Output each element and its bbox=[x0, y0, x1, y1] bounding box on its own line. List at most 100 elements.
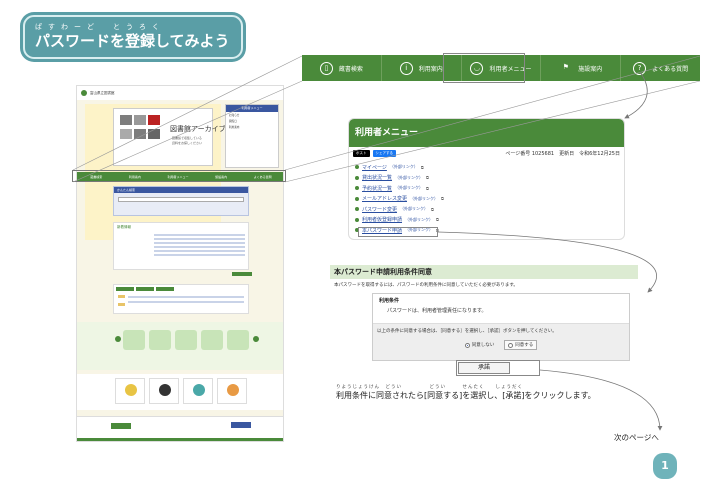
thumb-search-input[interactable] bbox=[118, 197, 244, 202]
conditions-title: 本パスワード申請利用条件同意 bbox=[330, 265, 638, 279]
archive-photo-icon bbox=[148, 129, 160, 139]
question-icon: ? bbox=[633, 61, 647, 75]
thumb-feature-icon[interactable] bbox=[201, 330, 223, 350]
title-badge-inner: ぱすわーど とうろく パスワードを登録してみよう bbox=[23, 15, 243, 59]
archive-photo-icon bbox=[148, 115, 160, 125]
nav-item-catalog-search[interactable]: ▯ 蔵書検索 bbox=[302, 55, 382, 81]
external-link-icon: ⧉ bbox=[441, 196, 444, 202]
thumb-news: 新着情報 bbox=[113, 222, 249, 270]
thumb-tab-badge bbox=[118, 295, 125, 298]
conditions-intro: 本パスワードを取得するには、パスワードの利用条件に同意していただく必要があります… bbox=[334, 283, 518, 288]
thumb-feature-icon[interactable] bbox=[227, 330, 249, 350]
info-icon: i bbox=[399, 61, 413, 75]
tutorial-page: ぱすわーど とうろく パスワードを登録してみよう 富山県立図書館 図書館アーカイ… bbox=[0, 0, 702, 496]
thumb-header: 富山県立図書館 bbox=[77, 86, 283, 100]
thumb-news-line[interactable] bbox=[154, 250, 245, 252]
thumb-tab[interactable] bbox=[156, 287, 174, 291]
user-menu-title: 利用者メニュー bbox=[349, 119, 624, 147]
title-ruby: ぱすわーど とうろく bbox=[35, 23, 165, 31]
thumb-banner[interactable] bbox=[149, 378, 179, 404]
instruction-text: 利用条件に同意されたら[同意する]を選択し、[承諾]をクリックします。 bbox=[336, 391, 596, 400]
thumb-feature-icon[interactable] bbox=[175, 330, 197, 350]
archive-sub2: 資料をお探しください bbox=[172, 141, 203, 145]
post-button[interactable]: ポスト bbox=[353, 149, 370, 157]
thumb-footer-button[interactable] bbox=[231, 422, 251, 428]
book-icon: ▯ bbox=[319, 61, 333, 75]
thumb-icon-carousel bbox=[77, 322, 283, 370]
external-link-icon: ⧉ bbox=[431, 206, 434, 212]
share-button[interactable]: シェアする bbox=[372, 149, 396, 157]
thumb-footer-logo bbox=[111, 423, 131, 429]
thumb-tab[interactable] bbox=[136, 287, 154, 291]
archive-photo-icon bbox=[134, 129, 146, 139]
thumb-search-box: かんたん検索 bbox=[113, 186, 249, 216]
radio-agree[interactable]: 同意する bbox=[504, 340, 538, 350]
library-logo-icon bbox=[81, 90, 87, 96]
thumb-news-line[interactable] bbox=[154, 254, 245, 256]
thumb-side-item[interactable]: 利用案内 bbox=[226, 124, 278, 130]
thumb-news-line[interactable] bbox=[154, 242, 245, 244]
thumb-banner[interactable] bbox=[183, 378, 213, 404]
thumb-tab-line[interactable] bbox=[128, 301, 244, 303]
external-link-icon: ⧉ bbox=[436, 217, 439, 223]
menu-link-password-change[interactable]: パスワード変更 （外部リンク） ⧉ bbox=[355, 204, 618, 215]
conditions-terms: 利用条件 パスワードは、利用者管理責任になります。 bbox=[373, 294, 629, 324]
thumb-banner[interactable] bbox=[217, 378, 247, 404]
menu-link-suffix: （外部リンク） bbox=[395, 174, 424, 180]
carousel-next-icon[interactable] bbox=[253, 336, 259, 342]
site-thumbnail: 富山県立図書館 図書館アーカイブ 図書館で収集している 資料をお探しください 利… bbox=[76, 85, 284, 442]
thumb-tab[interactable] bbox=[116, 287, 134, 291]
conditions-instruction: 以上の条件に同意する場合は、［同意する］を選択し、［承認］ボタンを押してください… bbox=[377, 329, 557, 334]
consent-radios: 同意しない 同意する bbox=[373, 340, 629, 350]
menu-link-suffix: （外部リンク） bbox=[405, 216, 434, 222]
thumb-archive-banner[interactable]: 図書館アーカイブ 図書館で収集している 資料をお探しください bbox=[113, 108, 226, 166]
menu-link-reservations[interactable]: 予約状況一覧 （外部リンク） ⧉ bbox=[355, 183, 618, 194]
menu-link-suffix: （外部リンク） bbox=[395, 185, 424, 191]
menu-link-loans[interactable]: 貸出状況一覧 （外部リンク） ⧉ bbox=[355, 173, 618, 184]
next-page-label[interactable]: 次のページへ bbox=[614, 432, 659, 443]
thumb-footer bbox=[77, 416, 283, 441]
menu-link-label: 利用者仮登録申請 bbox=[362, 217, 403, 224]
menu-link-mypage[interactable]: マイページ （外部リンク） ⧉ bbox=[355, 162, 618, 173]
thumb-feature-icon[interactable] bbox=[123, 330, 145, 350]
archive-photo-icon bbox=[134, 115, 146, 125]
nav-item-faq[interactable]: ? よくある質問 bbox=[621, 55, 700, 81]
thumb-banner[interactable] bbox=[115, 378, 145, 404]
thumb-tabs bbox=[113, 284, 249, 314]
title-badge: ぱすわーど とうろく パスワードを登録してみよう bbox=[20, 12, 246, 62]
thumb-news-line[interactable] bbox=[154, 234, 245, 236]
radio-disagree-label: 同意しない bbox=[471, 343, 495, 348]
menu-link-suffix: （外部リンク） bbox=[410, 195, 439, 201]
bullet-icon bbox=[355, 175, 359, 180]
password-application-highlight-frame bbox=[358, 227, 438, 237]
nav-label: 蔵書検索 bbox=[338, 65, 363, 73]
conditions-body: パスワードは、利用者管理責任になります。 bbox=[387, 308, 487, 314]
thumb-nav-highlight-frame bbox=[72, 170, 286, 182]
archive-photo-icon bbox=[120, 129, 132, 139]
radio-disagree[interactable]: 同意しない bbox=[464, 340, 495, 350]
instruction: りようじょうけん どうい どうい せんたく しょうだく 利用条件に同意されたら[… bbox=[326, 384, 646, 404]
thumb-news-line[interactable] bbox=[154, 246, 245, 248]
thumb-tab-line[interactable] bbox=[128, 296, 244, 298]
bullet-icon bbox=[355, 217, 359, 222]
thumb-site-name: 富山県立図書館 bbox=[90, 90, 115, 95]
nav-item-facility[interactable]: ⚑ 施設案内 bbox=[541, 55, 622, 81]
thumb-search-bar: かんたん検索 bbox=[114, 187, 248, 193]
menu-link-email-change[interactable]: メールアドレス変更 （外部リンク） ⧉ bbox=[355, 194, 618, 205]
external-link-icon: ⧉ bbox=[420, 164, 424, 170]
nav-label: よくある質問 bbox=[652, 65, 689, 73]
radio-agree-label: 同意する bbox=[515, 343, 534, 348]
carousel-prev-icon[interactable] bbox=[115, 336, 121, 342]
bullet-icon bbox=[355, 196, 359, 201]
archive-sub1: 図書館で収集している bbox=[172, 136, 202, 140]
thumb-more-button[interactable] bbox=[232, 272, 252, 276]
conditions-box: 利用条件 パスワードは、利用者管理責任になります。 以上の条件に同意する場合は、… bbox=[372, 293, 630, 361]
thumb-feature-icon[interactable] bbox=[149, 330, 171, 350]
bullet-icon bbox=[355, 165, 359, 170]
nav-label: 施設案内 bbox=[578, 65, 603, 73]
menu-link-provisional-registration[interactable]: 利用者仮登録申請 （外部リンク） ⧉ bbox=[355, 215, 618, 226]
user-menu-panel: 利用者メニュー ポスト シェアする ページ番号 1025681 更新日 令和6年… bbox=[348, 118, 625, 240]
menu-link-label: 予約状況一覧 bbox=[362, 185, 393, 192]
thumb-news-line[interactable] bbox=[154, 238, 245, 240]
radio-unselected-icon bbox=[508, 342, 514, 348]
